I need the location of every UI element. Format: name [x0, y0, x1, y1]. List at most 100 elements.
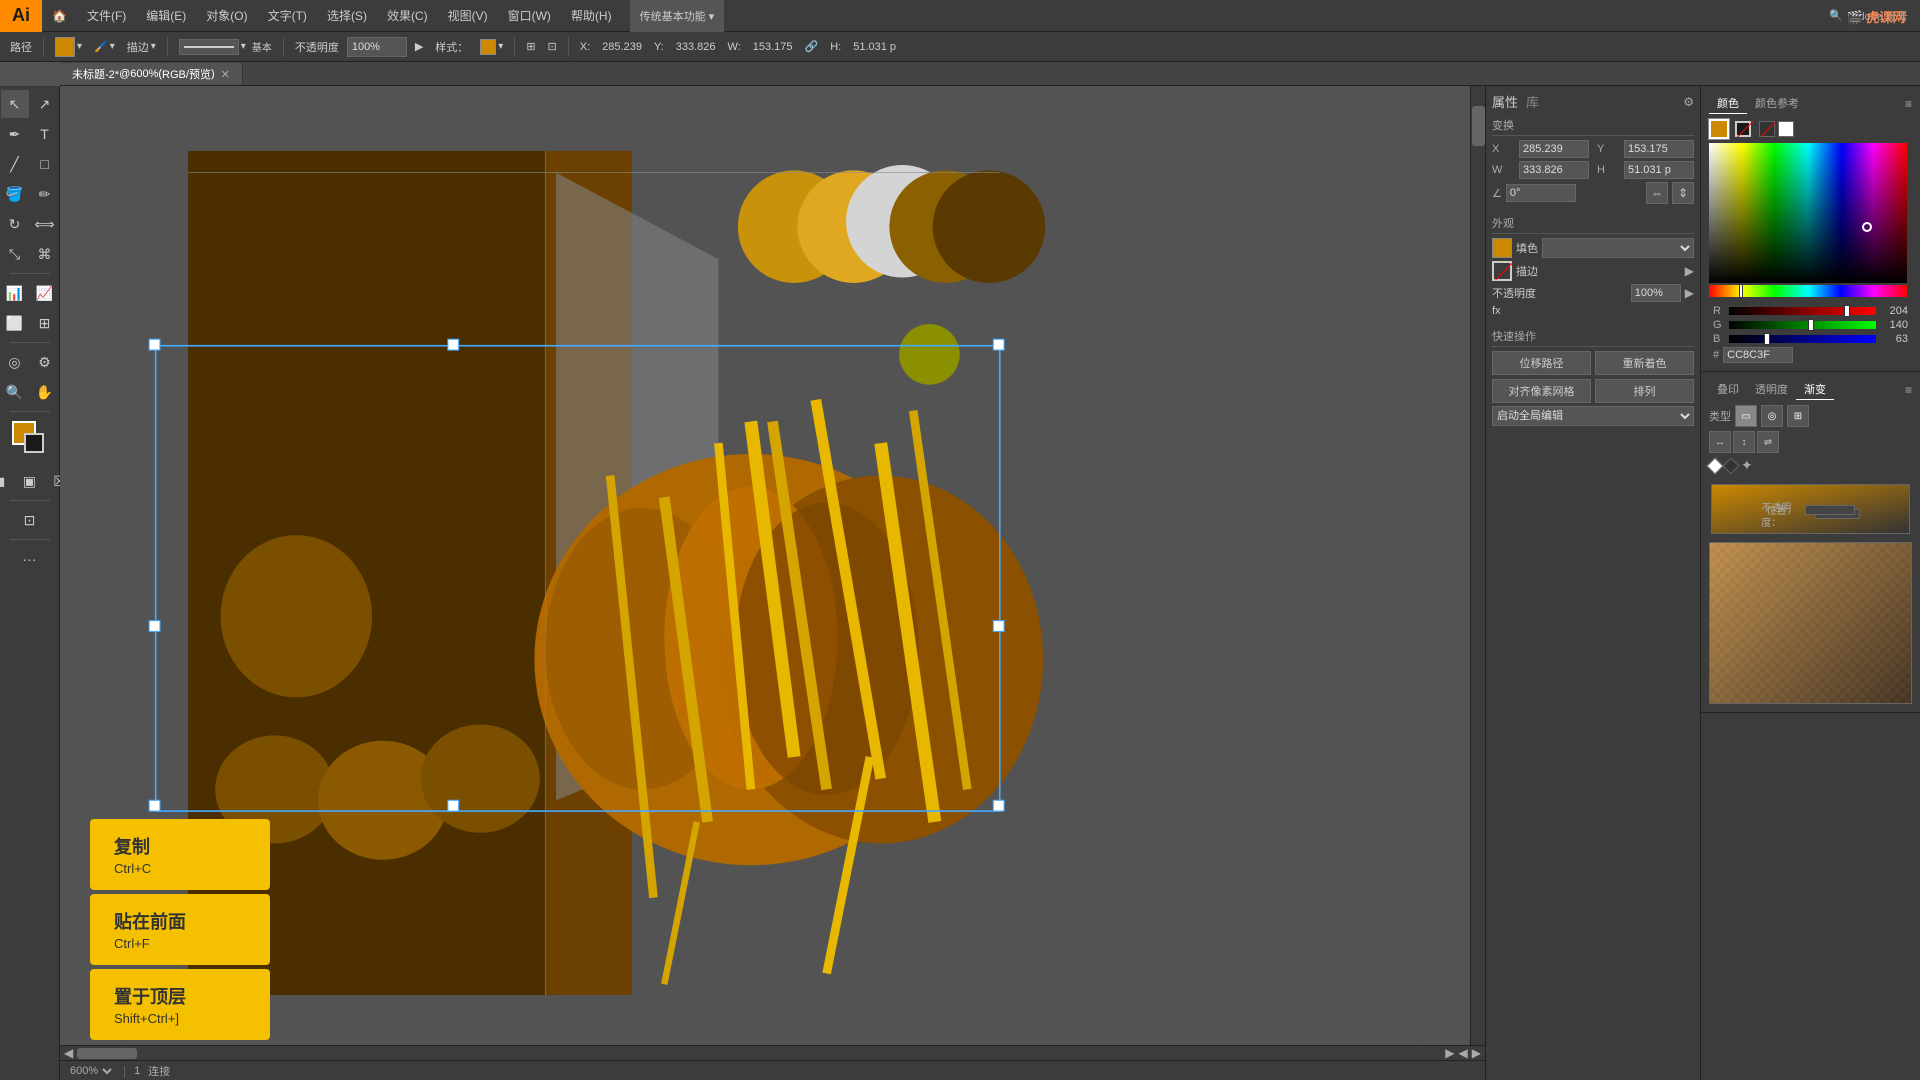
paint-bucket[interactable]: 🪣	[1, 180, 29, 208]
stroke-indicator[interactable]	[1735, 121, 1751, 137]
gradient-tool[interactable]: ⬜	[1, 309, 29, 337]
color-picker-cursor[interactable]	[1862, 222, 1872, 232]
stroke-color-box[interactable]	[24, 433, 44, 453]
h-scroll-left[interactable]: ◀	[64, 1046, 73, 1060]
stop-diamond-2[interactable]	[1723, 457, 1740, 474]
recolor-btn[interactable]: 重新着色	[1595, 351, 1694, 375]
artboard-tool[interactable]: ⊡	[16, 506, 44, 534]
arrange-btn[interactable]: 排列	[1595, 379, 1694, 403]
r-thumb[interactable]	[1844, 305, 1850, 317]
gradient-mode[interactable]: ▣	[16, 467, 44, 495]
mirror-tool[interactable]: ⟺	[31, 210, 59, 238]
blend-tool[interactable]: ◎	[1, 348, 29, 376]
hue-bar[interactable]	[1709, 285, 1907, 297]
overprint-tab[interactable]: 叠印	[1709, 379, 1747, 400]
color-picker-area[interactable]	[1705, 141, 1916, 301]
linear-gradient-btn[interactable]: ▭	[1735, 405, 1757, 427]
link-icon[interactable]: 🔗	[801, 40, 823, 53]
menu-edit[interactable]: 编辑(E)	[136, 0, 196, 32]
stroke-swatch[interactable]	[1492, 261, 1512, 281]
nav-arrows-left[interactable]: ◀	[1459, 1046, 1468, 1060]
color-ref-tab[interactable]: 颜色参考	[1747, 93, 1807, 114]
tab-close-btn[interactable]: ✕	[221, 68, 230, 81]
opacity-tab[interactable]: 透明度	[1747, 379, 1796, 400]
menu-effect[interactable]: 效果(C)	[377, 0, 438, 32]
color-panel-header[interactable]: 颜色 颜色参考 ≡	[1705, 90, 1916, 117]
nav-arrows-right[interactable]: ▶	[1472, 1046, 1481, 1060]
opacity-input-p[interactable]	[1631, 284, 1681, 302]
canvas-area[interactable]: 复制 Ctrl+C 贴在前面 Ctrl+F 置于顶层 Shift+Ctrl+]	[60, 86, 1485, 1060]
x-input[interactable]	[1519, 140, 1589, 158]
h-scroll-right[interactable]: ▶	[1445, 1046, 1454, 1060]
line-tool[interactable]: ╱	[1, 150, 29, 178]
pen-tool[interactable]: ✒	[1, 120, 29, 148]
zoom-select[interactable]: 600%	[66, 1064, 115, 1078]
grad-ctrl-1[interactable]: ↔	[1709, 431, 1731, 453]
v-scroll-thumb[interactable]	[1472, 106, 1485, 146]
props-gear-icon[interactable]: ⚙	[1683, 95, 1694, 109]
color-gradient-canvas[interactable]	[1709, 143, 1907, 283]
hue-slider[interactable]	[1739, 284, 1743, 298]
mesh-tool[interactable]: ⊞	[31, 309, 59, 337]
h-input[interactable]	[1624, 161, 1694, 179]
menu-file[interactable]: 文件(F)	[77, 0, 136, 32]
brush-tool-select[interactable]: 🖌️ ▾	[90, 40, 119, 53]
fill-color-preview[interactable]	[55, 37, 75, 57]
menu-help[interactable]: 帮助(H)	[561, 0, 622, 32]
fill-type-select[interactable]	[1542, 238, 1694, 258]
h-scroll-thumb[interactable]	[77, 1048, 137, 1059]
b-thumb[interactable]	[1764, 333, 1770, 345]
global-edit-select[interactable]: 启动全局编辑	[1492, 406, 1694, 426]
fill-swatch[interactable]	[1492, 238, 1512, 258]
b-bar[interactable]	[1729, 335, 1876, 343]
color-tab[interactable]: 颜色	[1709, 93, 1747, 114]
stop-add[interactable]: ✦	[1741, 457, 1753, 474]
more-tools[interactable]: ···	[16, 545, 44, 573]
g-bar[interactable]	[1729, 321, 1876, 329]
workspace-select[interactable]: 传统基本功能 ▾	[630, 0, 725, 32]
opacity-expand-p[interactable]: ▶	[1685, 286, 1694, 300]
align-icon[interactable]: ⊞	[522, 40, 539, 53]
menu-text[interactable]: 文字(T)	[258, 0, 317, 32]
gradient-tab[interactable]: 渐变	[1796, 379, 1834, 400]
symbol-tool[interactable]: ⚙	[31, 348, 59, 376]
opacity-expand[interactable]: ▶	[411, 40, 427, 53]
position-bar[interactable]	[1805, 505, 1855, 515]
pencil-tool[interactable]: ✏	[31, 180, 59, 208]
bring-to-top-menu-item[interactable]: 置于顶层 Shift+Ctrl+]	[90, 969, 270, 1040]
r-bar[interactable]	[1729, 307, 1876, 315]
gradient-preview-box[interactable]: 不透明度： 位置：	[1711, 484, 1910, 534]
horizontal-scrollbar[interactable]: ◀ ▶ ◀ ▶	[60, 1045, 1485, 1060]
align-pixel-btn[interactable]: 对齐像素网格	[1492, 379, 1591, 403]
angle-input[interactable]	[1506, 184, 1576, 202]
rotate-tool[interactable]: ↻	[1, 210, 29, 238]
document-tab[interactable]: 未标题-2* @ 600% ( RGB/预览 ) ✕	[60, 63, 243, 85]
color-none-btn[interactable]	[1759, 121, 1775, 137]
draw-mode-select[interactable]: 描边 ▾	[123, 39, 160, 55]
column-graph[interactable]: 📈	[31, 279, 59, 307]
offset-path-btn[interactable]: 位移路径	[1492, 351, 1591, 375]
home-icon[interactable]: 🏠	[42, 0, 77, 32]
transparency-panel-header[interactable]: 叠印 透明度 渐变 ≡	[1705, 376, 1916, 403]
stop-diamond-1[interactable]	[1707, 457, 1724, 474]
type-tool[interactable]: T	[31, 120, 59, 148]
fill-indicator[interactable]	[1709, 119, 1729, 139]
zoom-tool[interactable]: 🔍	[1, 378, 29, 406]
color-mode[interactable]: ◼	[0, 467, 14, 495]
menu-window[interactable]: 窗口(W)	[498, 0, 561, 32]
warp-tool[interactable]: ⌘	[31, 240, 59, 268]
stroke-expand[interactable]: ▶	[1685, 264, 1694, 278]
y-input[interactable]	[1624, 140, 1694, 158]
g-thumb[interactable]	[1808, 319, 1814, 331]
grad-ctrl-3[interactable]: ⇌	[1757, 431, 1779, 453]
color-panel-menu-icon[interactable]: ≡	[1905, 97, 1912, 111]
grad-ctrl-2[interactable]: ↕	[1733, 431, 1755, 453]
scale-tool[interactable]: ⤡	[1, 240, 29, 268]
vertical-scrollbar[interactable]	[1470, 86, 1485, 1045]
direct-selection-tool[interactable]: ↗	[31, 90, 59, 118]
selection-tool[interactable]: ↖	[1, 90, 29, 118]
stroke-width[interactable]: ▾ 基本	[175, 39, 276, 55]
freeform-gradient-btn[interactable]: ⊞	[1787, 405, 1809, 427]
style-swatch[interactable]: ▾	[476, 39, 507, 55]
paste-front-menu-item[interactable]: 贴在前面 Ctrl+F	[90, 894, 270, 965]
